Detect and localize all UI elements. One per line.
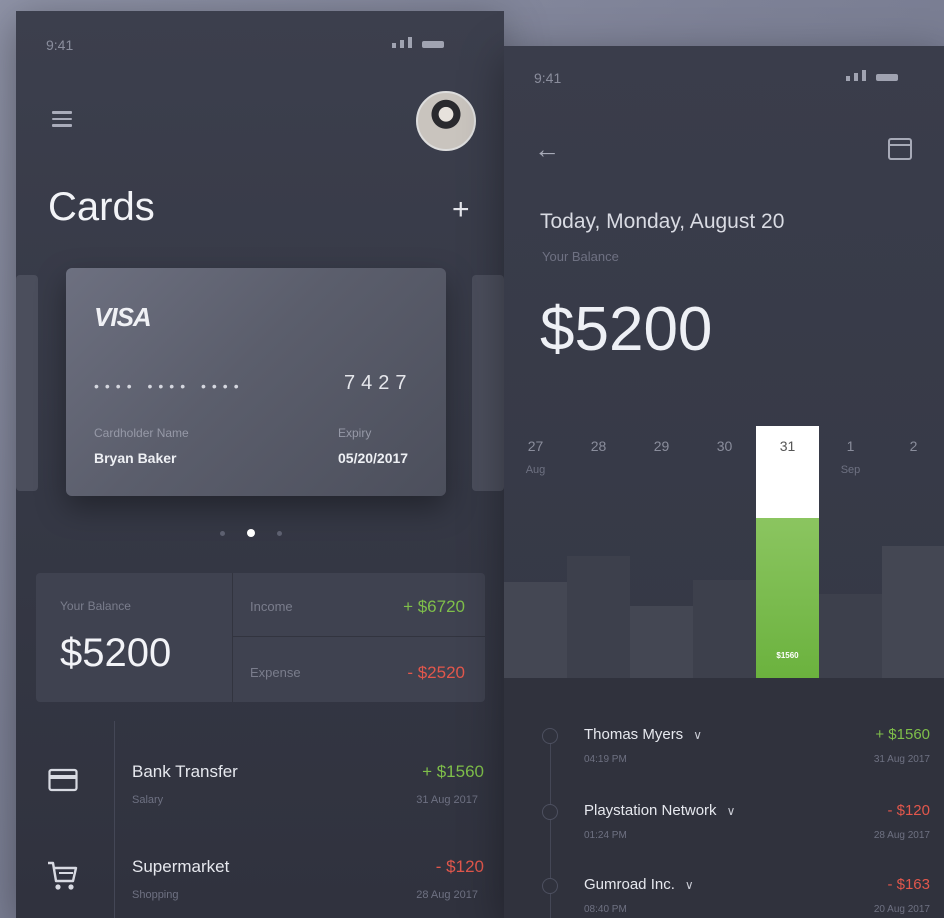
visa-logo: VISA [94, 302, 152, 332]
credit-card-icon [48, 768, 78, 792]
balance-value: $5200 [540, 295, 713, 364]
transaction-amount: - $163 [887, 876, 930, 893]
day-bar [504, 582, 567, 678]
chevron-down-icon[interactable]: ∨ [685, 878, 694, 892]
balance-label: Your Balance [60, 599, 131, 613]
transaction-category: Salary [132, 794, 164, 806]
day-bar [693, 580, 756, 678]
day-bar [882, 546, 944, 678]
hamburger-icon[interactable] [52, 111, 72, 131]
prev-card-peek[interactable] [16, 275, 38, 491]
transaction-amount: - $120 [435, 857, 484, 876]
balance-screen: 9:41 ← Today, Monday, August 20 Your Bal… [504, 46, 944, 918]
timeline-dot [542, 804, 558, 820]
expense-label: Expense [250, 665, 301, 680]
chevron-down-icon[interactable]: ∨ [693, 728, 702, 742]
status-icons [392, 37, 444, 48]
timeline-dot [542, 728, 558, 744]
pager-dot-active[interactable] [247, 529, 255, 537]
day-label: 31 [779, 438, 796, 454]
visa-card[interactable]: VISA •••• •••• •••• 7427 Cardholder Name… [66, 268, 446, 496]
chevron-down-icon[interactable]: ∨ [727, 804, 736, 818]
transaction-row[interactable]: Thomas Myers ∨ 04:19 PM + $1560 31 Aug 2017 [504, 722, 944, 782]
daily-balance-chart: 27 Aug 28 29 30 31 $1560 1 Sep 2 [504, 426, 944, 678]
day-column-31[interactable]: 31 $1560 [756, 426, 819, 678]
pager-dot[interactable] [220, 530, 225, 536]
page-title: Cards [48, 185, 155, 229]
timeline-dot [542, 878, 558, 894]
expiry-label: Expiry [338, 426, 372, 440]
transaction-date: 31 Aug 2017 [416, 794, 478, 806]
transaction-name: Bank Transfer [132, 762, 238, 781]
day-column-28[interactable]: 28 [567, 426, 630, 678]
transaction-category: Shopping [132, 889, 179, 901]
day-bar [567, 556, 630, 678]
calendar-icon[interactable] [888, 138, 912, 160]
balance-label: Your Balance [542, 249, 619, 264]
transaction-name: Supermarket [132, 857, 230, 876]
shopping-cart-icon [48, 861, 78, 890]
month-label: Aug [525, 464, 546, 476]
day-column-30[interactable]: 30 [693, 426, 756, 678]
day-label: 2 [909, 438, 918, 454]
transaction-name: Gumroad Inc. ∨ [584, 876, 694, 893]
transaction-row[interactable]: Gumroad Inc. ∨ 08:40 PM - $163 20 Aug 2017 [504, 872, 944, 918]
day-amount: $1560 [776, 651, 799, 660]
day-bar [630, 606, 693, 678]
income-value: + $6720 [403, 597, 465, 616]
transaction-time: 08:40 PM [584, 904, 627, 915]
month-label: Sep [840, 464, 861, 476]
transaction-row[interactable]: Bank Transfer Salary + $1560 31 Aug 2017 [16, 746, 504, 816]
transaction-time: 01:24 PM [584, 830, 627, 841]
day-label: 28 [590, 438, 607, 454]
arrow-left-icon[interactable]: ← [534, 134, 560, 165]
card-masked-number: •••• •••• •••• [94, 378, 245, 394]
day-label: 29 [653, 438, 670, 454]
transaction-amount: - $120 [887, 802, 930, 819]
transaction-date: 31 Aug 2017 [873, 754, 930, 765]
day-column-1[interactable]: 1 Sep [819, 426, 882, 678]
day-column-29[interactable]: 29 [630, 426, 693, 678]
pager-dot[interactable] [277, 530, 282, 536]
transaction-row[interactable]: Supermarket Shopping - $120 28 Aug 2017 [16, 843, 504, 913]
day-label: 30 [716, 438, 733, 454]
transaction-time: 04:19 PM [584, 754, 627, 765]
day-label: 27 [527, 438, 544, 454]
day-label: 1 [846, 438, 855, 454]
balance-value: $5200 [60, 631, 172, 675]
transaction-name: Thomas Myers ∨ [584, 726, 702, 743]
status-icons [846, 70, 898, 81]
transaction-amount: + $1560 [422, 762, 484, 781]
transaction-date: 28 Aug 2017 [873, 830, 930, 841]
income-label: Income [250, 599, 293, 614]
cards-screen: 9:41 Cards + VISA •••• •••• •••• 7427 Ca… [16, 11, 504, 918]
profile-avatar[interactable] [416, 91, 476, 151]
transaction-name: Playstation Network ∨ [584, 802, 736, 819]
plus-icon[interactable]: + [452, 193, 470, 227]
transaction-date: 20 Aug 2017 [873, 904, 930, 915]
card-pager[interactable] [220, 529, 282, 537]
status-time: 9:41 [46, 37, 74, 53]
current-date: Today, Monday, August 20 [540, 210, 785, 233]
expense-value: - $2520 [407, 663, 465, 682]
cardholder-label: Cardholder Name [94, 426, 189, 440]
card-last-four: 7427 [344, 372, 413, 394]
day-column-2[interactable]: 2 [882, 426, 944, 678]
balance-summary: Your Balance $5200 Income + $6720 Expens… [36, 573, 485, 702]
status-time: 9:41 [534, 70, 562, 86]
cardholder-name: Bryan Baker [94, 450, 177, 466]
day-column-27[interactable]: 27 Aug [504, 426, 567, 678]
transaction-row[interactable]: Playstation Network ∨ 01:24 PM - $120 28 Aug… [504, 798, 944, 858]
day-bar [819, 594, 882, 678]
transaction-date: 28 Aug 2017 [416, 889, 478, 901]
expiry-value: 05/20/2017 [338, 450, 409, 466]
transaction-amount: + $1560 [875, 726, 930, 743]
next-card-peek[interactable] [472, 275, 504, 491]
